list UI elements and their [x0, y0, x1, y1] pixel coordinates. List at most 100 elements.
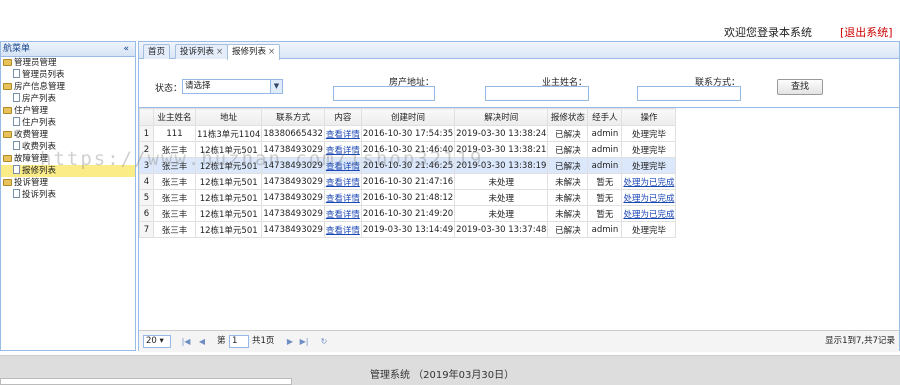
file-icon: [13, 69, 20, 78]
column-header[interactable]: 地址: [194, 108, 263, 126]
column-header[interactable]: 联系方式: [261, 108, 325, 126]
file-icon: [13, 117, 20, 126]
tree-label: 管理员管理: [14, 58, 57, 68]
logout-link[interactable]: [退出系统]: [840, 24, 893, 40]
table-cell: 暂无: [587, 189, 623, 206]
table-cell: 查看详情: [323, 205, 362, 222]
column-header[interactable]: 业主姓名: [153, 108, 196, 126]
tree-label: 住户管理: [14, 106, 49, 116]
tab-home[interactable]: 首页: [143, 44, 171, 59]
search-button[interactable]: 查找: [777, 79, 823, 95]
table-cell: 处理为已完成: [621, 173, 677, 190]
tree-item[interactable]: 管理员列表: [1, 69, 135, 81]
table-row[interactable]: 6 张三丰 12栋1单元501 14738493029 查看详情 2016-10-30 2…: [139, 205, 677, 222]
tree-folder[interactable]: 管理员管理: [1, 57, 135, 69]
view-details-link[interactable]: 查看详情: [326, 194, 360, 204]
table-cell: 处理完毕: [621, 221, 677, 238]
file-icon: [13, 93, 20, 102]
table-cell: 查看详情: [323, 189, 362, 206]
table-cell: 1: [139, 125, 154, 142]
tab-repair-list[interactable]: 报修列表 ×: [227, 44, 281, 60]
table-cell: 未处理: [454, 173, 549, 190]
footer-text: 管理系统 （2019年03月30日）: [370, 370, 515, 381]
folder-icon: [3, 155, 12, 162]
prev-page-icon[interactable]: ◀: [197, 335, 207, 348]
contact-input[interactable]: [637, 86, 741, 101]
status-select[interactable]: 请选择 ▼: [182, 79, 283, 94]
column-header[interactable]: 解决时间: [454, 108, 549, 126]
tree-label: 房产列表: [22, 94, 57, 104]
status-bar: [0, 378, 292, 385]
table-cell: 5: [139, 189, 154, 206]
mark-complete-link[interactable]: 处理为已完成: [623, 194, 674, 204]
close-icon[interactable]: ×: [268, 47, 275, 57]
table-cell: 处理完毕: [621, 125, 677, 142]
table-row[interactable]: 1 111 11栋3单元1104 18380665432 查看详情 2016-10-30 …: [139, 125, 677, 142]
first-page-icon[interactable]: |◀: [181, 335, 191, 348]
table-cell: 2016-10-30 21:49:20: [360, 205, 456, 222]
nav-tree: 管理员管理 管理员列表 房产信息管理 房产列表 住户管理 住户列表 收费管理 收费列表 故障管理…: [1, 57, 135, 201]
refresh-icon[interactable]: ↻: [319, 335, 329, 348]
column-header[interactable]: 内容: [323, 108, 362, 126]
tree-folder[interactable]: 投诉管理: [1, 177, 135, 189]
table-cell: 2016-10-30 17:54:35: [360, 125, 456, 142]
owner-name-input[interactable]: [485, 86, 589, 101]
page-number-input[interactable]: 1: [229, 335, 249, 348]
table-cell: 未解决: [547, 189, 589, 206]
page-number-value: 1: [232, 336, 238, 346]
table-row[interactable]: 5 张三丰 12栋1单元501 14738493029 查看详情 2016-10-30 2…: [139, 189, 677, 206]
table-cell: 暂无: [587, 205, 623, 222]
next-page-icon[interactable]: ▶: [285, 335, 295, 348]
chevron-down-icon: ▼: [270, 80, 282, 93]
row-number-header: [139, 108, 154, 126]
table-row[interactable]: 7 张三丰 12栋1单元501 14738493029 查看详情 2019-03-30 1…: [139, 221, 677, 238]
column-header[interactable]: 经手人: [587, 108, 623, 126]
folder-icon: [3, 59, 12, 66]
mark-complete-link[interactable]: 处理为已完成: [623, 178, 674, 188]
tree-folder[interactable]: 住户管理: [1, 105, 135, 117]
table-cell: 查看详情: [323, 125, 362, 142]
tree-label: 投诉管理: [14, 178, 49, 188]
tree-item[interactable]: 房产列表: [1, 93, 135, 105]
collapse-icon[interactable]: «: [123, 42, 129, 57]
view-details-link[interactable]: 查看详情: [326, 210, 360, 220]
last-page-icon[interactable]: ▶|: [299, 335, 309, 348]
table-row[interactable]: 4 张三丰 12栋1单元501 14738493029 查看详情 2016-10-30 2…: [139, 173, 677, 190]
table-cell: 2016-10-30 21:48:12: [360, 189, 456, 206]
table-cell: admin: [587, 125, 623, 142]
table-cell: 6: [139, 205, 154, 222]
column-header[interactable]: 创建时间: [360, 108, 456, 126]
filter-bar: 状态： 请选择 ▼ 房产地址： 业主姓名： 联系方式： 查找: [139, 60, 899, 106]
address-input[interactable]: [333, 86, 435, 101]
repair-table: 业主姓名 地址 联系方式 内容 创建时间 解决时间 报修状态 经手人 操作 1 111 11栋3单元…: [139, 108, 677, 238]
tree-label: 收费管理: [14, 130, 49, 140]
table-cell: 7: [139, 221, 154, 238]
watermark-text: https://www.huzhan.com/ishop32119: [40, 148, 484, 170]
tab-complaint-list[interactable]: 投诉列表 ×: [175, 44, 229, 59]
column-header[interactable]: 操作: [621, 108, 677, 126]
page-size-select[interactable]: 20 ▾: [143, 335, 171, 348]
page-total: 共1页: [252, 336, 275, 346]
file-icon: [13, 189, 20, 198]
view-details-link[interactable]: 查看详情: [326, 226, 360, 236]
tree-folder[interactable]: 收费管理: [1, 129, 135, 141]
table-cell: 12栋1单元501: [194, 173, 263, 190]
mark-complete-link[interactable]: 处理为已完成: [623, 210, 674, 220]
view-details-link[interactable]: 查看详情: [326, 130, 360, 140]
table-cell: 未处理: [454, 189, 549, 206]
tree-item[interactable]: 住户列表: [1, 117, 135, 129]
table-cell: 已解决: [547, 157, 589, 174]
tree-folder[interactable]: 房产信息管理: [1, 81, 135, 93]
table-cell: 12栋1单元501: [194, 221, 263, 238]
pagination-bar: 20 ▾ |◀ ◀ 第 1 共1页 ▶ ▶| ↻ 显示1到7,共7记录: [139, 330, 899, 352]
table-cell: 14738493029: [261, 205, 325, 222]
table-cell: admin: [587, 221, 623, 238]
column-header[interactable]: 报修状态: [547, 108, 589, 126]
view-details-link[interactable]: 查看详情: [326, 178, 360, 188]
table-cell: 未解决: [547, 173, 589, 190]
table-cell: 已解决: [547, 221, 589, 238]
tree-item[interactable]: 投诉列表: [1, 189, 135, 201]
close-icon[interactable]: ×: [216, 47, 223, 57]
table-cell: 未处理: [454, 205, 549, 222]
table-cell: 已解决: [547, 125, 589, 142]
